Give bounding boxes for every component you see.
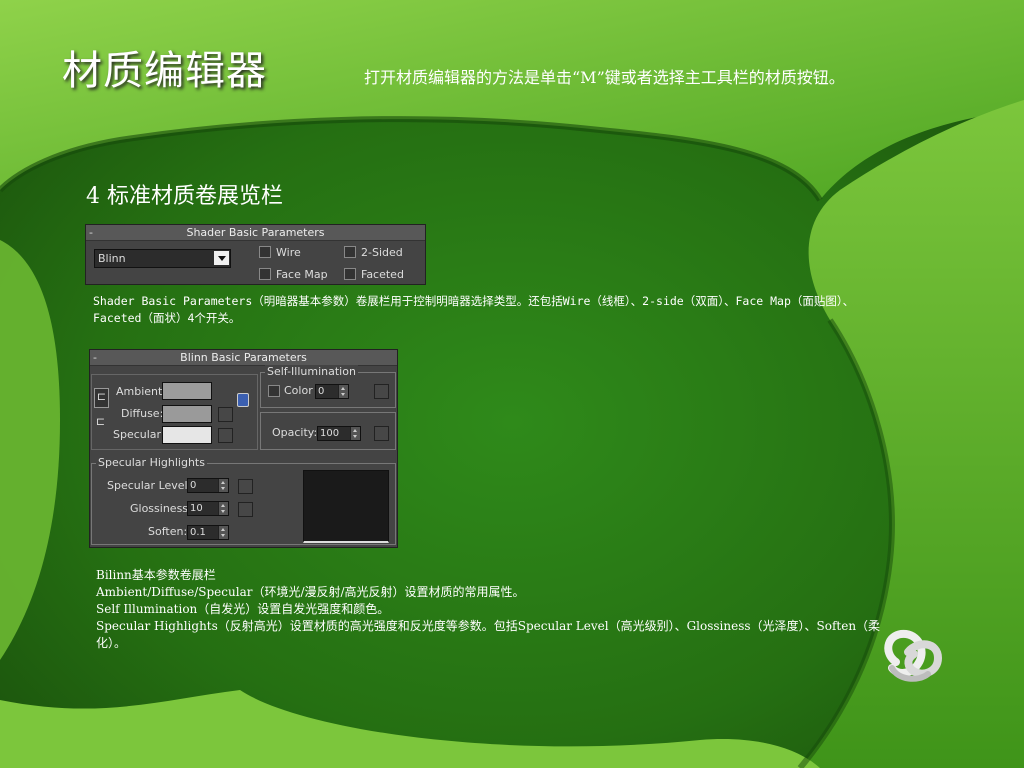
glossiness-map-button[interactable] [238, 502, 253, 517]
face-map-label: Face Map [276, 268, 328, 281]
knot-logo-icon [884, 629, 943, 682]
blinn-description-line: Bilinn基本参数卷展栏 [96, 568, 216, 582]
glossiness-value: 10 [190, 503, 203, 514]
shader-type-dropdown[interactable]: Blinn [94, 249, 231, 268]
soften-value: 0.1 [190, 527, 206, 538]
soften-label: Soften: [148, 525, 188, 538]
blinn-description-line: Ambient/Diffuse/Specular（环境光/漫反射/高光反射）设置… [96, 585, 525, 599]
shader-panel-header[interactable]: - Shader Basic Parameters [86, 225, 425, 241]
self-illum-color-label: Color [284, 384, 313, 397]
spinner-arrows-icon[interactable] [338, 385, 348, 398]
specular-color-swatch[interactable] [162, 426, 212, 444]
glossiness-label: Glossiness: [130, 502, 192, 515]
spinner-arrows-icon[interactable] [218, 502, 228, 515]
lock-diffuse-specular-icon[interactable]: ⊏ [94, 414, 107, 432]
opacity-map-button[interactable] [374, 426, 389, 441]
two-sided-checkbox[interactable] [344, 246, 356, 258]
blinn-panel-header[interactable]: - Blinn Basic Parameters [90, 350, 397, 366]
self-illumination-title: Self-Illumination [265, 365, 358, 378]
glossiness-spinner[interactable]: 10 [187, 501, 229, 516]
specular-highlights-title: Specular Highlights [96, 456, 207, 469]
diffuse-label: Diffuse: [121, 407, 164, 420]
ambient-label: Ambient: [116, 385, 167, 398]
wire-label: Wire [276, 246, 301, 259]
slide-subtitle: 打开材质编辑器的方法是单击“M”键或者选择主工具栏的材质按钮。 [364, 68, 845, 87]
specular-level-label: Specular Level: [107, 479, 192, 492]
soften-spinner[interactable]: 0.1 [187, 525, 229, 540]
shader-description: Shader Basic Parameters（明暗器基本参数）卷展栏用于控制明… [93, 294, 855, 325]
spinner-arrows-icon[interactable] [350, 427, 360, 440]
specular-level-value: 0 [190, 480, 197, 491]
face-map-checkbox[interactable] [259, 268, 271, 280]
spinner-arrows-icon[interactable] [218, 526, 228, 539]
lock-icon[interactable] [237, 393, 249, 407]
wire-checkbox[interactable] [259, 246, 271, 258]
spinner-arrows-icon[interactable] [218, 479, 228, 492]
ambient-color-swatch[interactable] [162, 382, 212, 400]
blinn-panel-title: Blinn Basic Parameters [180, 351, 307, 364]
specular-map-button[interactable] [218, 428, 233, 443]
collapse-icon[interactable]: - [89, 225, 93, 240]
specular-label: Specular: [113, 428, 165, 441]
specular-level-map-button[interactable] [238, 479, 253, 494]
slide-title: 材质编辑器 [62, 48, 267, 94]
blinn-description-line: Specular Highlights（反射高光）设置材质的高光强度和反光度等参… [96, 619, 881, 650]
self-illum-color-checkbox[interactable] [268, 385, 280, 397]
blinn-basic-parameters-panel: - Blinn Basic Parameters ⊏ ⊏ Ambient: Di… [89, 349, 398, 548]
highlight-curve-preview [303, 470, 389, 543]
opacity-value: 100 [320, 428, 340, 439]
faceted-label: Faceted [361, 268, 404, 281]
opacity-label: Opacity: [272, 426, 318, 439]
specular-level-spinner[interactable]: 0 [187, 478, 229, 493]
shader-basic-parameters-panel: - Shader Basic Parameters Blinn Wire 2-S… [85, 224, 426, 285]
diffuse-color-swatch[interactable] [162, 405, 212, 423]
opacity-spinner[interactable]: 100 [317, 426, 361, 441]
lock-ambient-diffuse-icon[interactable]: ⊏ [94, 388, 109, 408]
shader-type-value: Blinn [98, 252, 126, 265]
chevron-down-icon[interactable] [214, 251, 229, 265]
diffuse-map-button[interactable] [218, 407, 233, 422]
shader-panel-title: Shader Basic Parameters [186, 226, 325, 239]
self-illum-map-button[interactable] [374, 384, 389, 399]
collapse-icon[interactable]: - [93, 350, 97, 365]
blinn-description-line: Self Illumination（自发光）设置自发光强度和颜色。 [96, 602, 390, 616]
section-heading: 4 标准材质卷展览栏 [86, 184, 283, 209]
two-sided-label: 2-Sided [361, 246, 403, 259]
self-illum-value: 0 [318, 386, 325, 397]
blinn-description: Bilinn基本参数卷展栏 Ambient/Diffuse/Specular（环… [96, 567, 886, 652]
faceted-checkbox[interactable] [344, 268, 356, 280]
self-illum-spinner[interactable]: 0 [315, 384, 349, 399]
